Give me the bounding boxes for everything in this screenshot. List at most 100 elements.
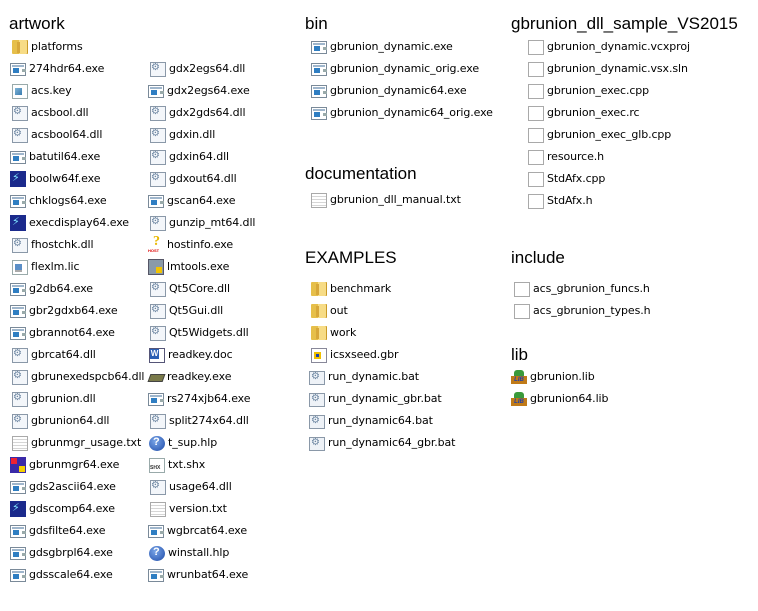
file-item[interactable]: gdxin64.dll	[148, 148, 229, 166]
file-item[interactable]: gbrunion64.lib	[511, 390, 608, 408]
group-heading: gbrunion_dll_sample_VS2015	[511, 14, 738, 33]
file-item[interactable]: rs274xjb64.exe	[148, 390, 251, 408]
item-label: gdsfilte64.exe	[29, 524, 106, 537]
file-item[interactable]: gdsgbrpl64.exe	[10, 544, 113, 562]
item-label: benchmark	[330, 282, 392, 295]
file-item[interactable]: resource.h	[526, 148, 604, 166]
file-item[interactable]: Qt5Widgets.dll	[148, 324, 249, 342]
folder-item[interactable]: benchmark	[309, 280, 391, 298]
file-item[interactable]: gbr2gdxb64.exe	[10, 302, 118, 320]
file-item[interactable]: gbrunion_exec.rc	[526, 104, 640, 122]
file-item[interactable]: gbrunion_dynamic64_orig.exe	[311, 104, 493, 122]
file-item[interactable]: Qt5Gui.dll	[148, 302, 223, 320]
file-item[interactable]: gdx2gds64.dll	[148, 104, 246, 122]
folder-item[interactable]: out	[309, 302, 348, 320]
file-item[interactable]: acs.key	[10, 82, 72, 100]
file-item[interactable]: gdsscale64.exe	[10, 566, 113, 584]
program-icon	[10, 501, 26, 517]
item-label: Qt5Gui.dll	[169, 304, 224, 317]
file-item[interactable]: wgbrcat64.exe	[148, 522, 247, 540]
dll-file-icon	[150, 303, 166, 319]
file-item[interactable]: gbrunion.lib	[511, 368, 595, 386]
file-item[interactable]: gbrunion_dynamic.vcxproj	[526, 38, 690, 56]
file-item[interactable]: StdAfx.cpp	[526, 170, 605, 188]
file-item[interactable]: gbrunion_dynamic64.exe	[311, 82, 467, 100]
file-item[interactable]: gdx2egs64.dll	[148, 60, 245, 78]
dll-file-icon	[12, 105, 28, 121]
blank-file-icon	[528, 149, 544, 165]
file-item[interactable]: gds2ascii64.exe	[10, 478, 116, 496]
folder-item[interactable]: platforms	[10, 38, 83, 56]
item-label: gdsgbrpl64.exe	[29, 546, 113, 559]
item-label: chklogs64.exe	[29, 194, 107, 207]
file-item[interactable]: gdxout64.dll	[148, 170, 237, 188]
file-item[interactable]: gunzip_mt64.dll	[148, 214, 255, 232]
key-file-icon	[12, 83, 28, 99]
file-item[interactable]: boolw64f.exe	[10, 170, 100, 188]
file-item[interactable]: readkey.doc	[148, 346, 233, 364]
blank-file-icon	[528, 193, 544, 209]
file-item[interactable]: gbrunion64.dll	[10, 412, 109, 430]
file-item[interactable]: acs_gbrunion_types.h	[512, 302, 651, 320]
file-item[interactable]: lmtools.exe	[148, 258, 229, 276]
folder-item[interactable]: work	[309, 324, 356, 342]
file-item[interactable]: fhostchk.dll	[10, 236, 94, 254]
file-item[interactable]: run_dynamic_gbr.bat	[309, 390, 442, 408]
application-exe-icon	[10, 327, 26, 340]
application-exe-icon	[148, 393, 164, 406]
blank-file-icon	[528, 39, 544, 55]
file-item[interactable]: gscan64.exe	[148, 192, 235, 210]
file-item[interactable]: gbrunion_exec.cpp	[526, 82, 649, 100]
file-item[interactable]: txt.shx	[148, 456, 205, 474]
item-label: run_dynamic_gbr.bat	[328, 392, 442, 405]
application-exe-icon	[10, 481, 26, 494]
file-item[interactable]: split274x64.dll	[148, 412, 249, 430]
file-item[interactable]: run_dynamic64_gbr.bat	[309, 434, 456, 452]
item-label: gdxin.dll	[169, 128, 216, 141]
file-item[interactable]: usage64.dll	[148, 478, 232, 496]
file-item[interactable]: icsxseed.gbr	[309, 346, 398, 364]
file-item[interactable]: acsbool.dll	[10, 104, 89, 122]
item-label: gbrunion_dynamic.vsx.sln	[547, 62, 688, 75]
application-exe-icon	[10, 151, 26, 164]
file-item[interactable]: execdisplay64.exe	[10, 214, 129, 232]
item-label: gbrunion_dynamic64.exe	[330, 84, 467, 97]
file-item[interactable]: StdAfx.h	[526, 192, 593, 210]
file-item[interactable]: gdxin.dll	[148, 126, 215, 144]
file-item[interactable]: chklogs64.exe	[10, 192, 107, 210]
file-item[interactable]: gdx2egs64.exe	[148, 82, 250, 100]
file-item[interactable]: gbrunion_dll_manual.txt	[309, 191, 461, 209]
file-item[interactable]: hostinfo.exe	[148, 234, 233, 254]
file-item[interactable]: version.txt	[148, 500, 227, 518]
item-label: gds2ascii64.exe	[29, 480, 116, 493]
file-item[interactable]: gdsfilte64.exe	[10, 522, 105, 540]
file-item[interactable]: acsbool64.dll	[10, 126, 102, 144]
file-item[interactable]: run_dynamic.bat	[309, 368, 419, 386]
file-item[interactable]: wrunbat64.exe	[148, 566, 248, 584]
file-item[interactable]: g2db64.exe	[10, 280, 93, 298]
item-label: g2db64.exe	[29, 282, 93, 295]
blank-file-icon	[528, 171, 544, 187]
item-label: gbrcat64.dll	[31, 348, 96, 361]
file-item[interactable]: flexlm.lic	[10, 258, 80, 276]
file-item[interactable]: gbrunion.dll	[10, 390, 96, 408]
library-file-icon	[511, 391, 527, 407]
file-item[interactable]: 274hdr64.exe	[10, 60, 104, 78]
file-item[interactable]: gbrunion_dynamic.vsx.sln	[526, 60, 688, 78]
file-item[interactable]: acs_gbrunion_funcs.h	[512, 280, 650, 298]
file-item[interactable]: gbrunmgr_usage.txt	[10, 434, 141, 452]
file-item[interactable]: gbrannot64.exe	[10, 324, 115, 342]
file-item[interactable]: run_dynamic64.bat	[309, 412, 433, 430]
file-item[interactable]: gbrunion_exec_glb.cpp	[526, 126, 671, 144]
file-item[interactable]: t_sup.hlp	[148, 434, 217, 452]
file-item[interactable]: readkey.exe	[148, 368, 231, 386]
file-item[interactable]: gdscomp64.exe	[10, 500, 115, 518]
file-item[interactable]: gbrunion_dynamic_orig.exe	[311, 60, 479, 78]
file-item[interactable]: gbrunmgr64.exe	[10, 456, 119, 474]
file-item[interactable]: gbrcat64.dll	[10, 346, 96, 364]
file-item[interactable]: gbrunion_dynamic.exe	[311, 38, 453, 56]
file-item[interactable]: batutil64.exe	[10, 148, 100, 166]
file-item[interactable]: winstall.hlp	[148, 544, 229, 562]
file-item[interactable]: Qt5Core.dll	[148, 280, 230, 298]
file-item[interactable]: gbrunexedspcb64.dll	[10, 368, 144, 386]
